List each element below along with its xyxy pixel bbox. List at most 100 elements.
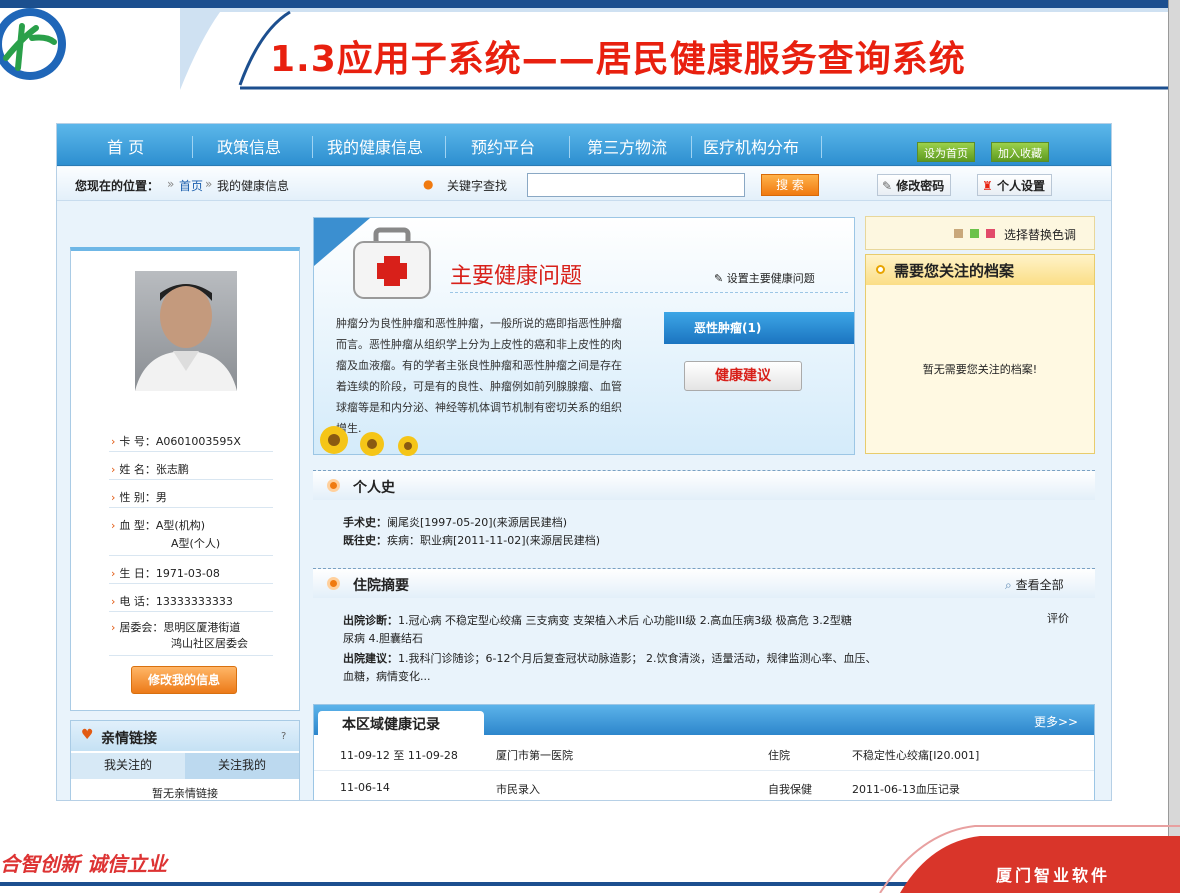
change-password-button[interactable]: ✎ 修改密码 bbox=[877, 174, 952, 196]
company-logo-icon bbox=[0, 8, 66, 80]
committee-value-1: 思明区厦港街道 bbox=[163, 621, 241, 634]
edit-my-info-button[interactable]: 修改我的信息 bbox=[131, 666, 237, 694]
committee-value-2: 鸿山社区居委会 bbox=[171, 637, 248, 650]
tumor-tab-label: 恶性肿瘤(1) bbox=[694, 321, 762, 335]
nav-item-home[interactable]: 首 页 bbox=[107, 134, 144, 158]
divider bbox=[109, 611, 273, 612]
slogan: 合智创新 诚信立业 bbox=[0, 852, 167, 876]
view-all-link[interactable]: ⌕ 查看全部 bbox=[1005, 576, 1064, 593]
attention-archive-title: 需要您关注的档案 bbox=[894, 262, 1015, 280]
sunflower-decoration bbox=[320, 426, 418, 456]
search-bullet-icon: ● bbox=[423, 177, 434, 191]
edit-icon: ✎ bbox=[714, 272, 724, 285]
user-icon: ♜ bbox=[982, 179, 993, 193]
profile-card: › 卡 号：A0601003595X › 姓 名：张志鹏 › 性 别：男 › 血 型：A… bbox=[70, 247, 300, 711]
nav-separator bbox=[192, 136, 193, 158]
hospital-summary-header: 住院摘要 ⌕ 查看全部 bbox=[313, 568, 1095, 598]
user-avatar bbox=[135, 271, 237, 391]
attention-archive-panel: 需要您关注的档案 暂无需要您关注的档案! bbox=[865, 254, 1095, 454]
attention-archive-header: 需要您关注的档案 bbox=[866, 255, 1094, 285]
color-theme-label: 选择替换色调 bbox=[1004, 228, 1077, 242]
color-theme-picker: 选择替换色调 bbox=[865, 216, 1095, 250]
more-link[interactable]: 更多>> bbox=[1034, 713, 1078, 730]
phone-value: 13333333333 bbox=[155, 595, 233, 608]
blood-self-value: A型(个人) bbox=[171, 537, 221, 550]
health-issues-title: 主要健康问题 bbox=[450, 264, 583, 289]
main-health-issues-panel: 主要健康问题 ✎ 设置主要健康问题 肿瘤分为良性肿瘤和恶性肿瘤，一般所说的癌即指… bbox=[313, 217, 855, 456]
nav-separator bbox=[445, 136, 446, 158]
profile-committee-row: › 居委会：思明区厦港街道 bbox=[111, 621, 241, 634]
breadcrumb-label: 您现在的位置： bbox=[75, 179, 160, 193]
birth-label: 生 日： bbox=[119, 567, 156, 580]
past-label: 既往史： bbox=[343, 534, 387, 547]
nav-item-institutions[interactable]: 医疗机构分布 bbox=[703, 134, 799, 158]
discharge-advice: 出院建议：1.我科门诊随诊；6-12个月后复查冠状动脉造影； 2.饮食清淡，适量… bbox=[343, 650, 876, 668]
section-bullet-icon bbox=[327, 577, 340, 590]
theme-swatch-tan[interactable] bbox=[954, 229, 963, 238]
nav-item-appointment[interactable]: 预约平台 bbox=[471, 134, 535, 158]
breadcrumb-home-link[interactable]: 首页 bbox=[179, 177, 203, 194]
past-history: 既往史：疾病：职业病[2011-11-02](来源居民建档) bbox=[343, 532, 600, 550]
record-date: 11-06-14 bbox=[340, 781, 390, 794]
nav-item-my-health[interactable]: 我的健康信息 bbox=[327, 134, 423, 158]
tab-followers[interactable]: 关注我的 bbox=[185, 753, 299, 779]
card-value: A0601003595X bbox=[155, 435, 241, 448]
set-home-button[interactable]: 设为首页 bbox=[917, 142, 975, 162]
nav-separator bbox=[569, 136, 570, 158]
medical-kit-icon bbox=[353, 227, 431, 299]
diagnosis-line-1: 1.冠心病 不稳定型心绞痛 三支病变 支架植入术后 心功能III级 2.高血压病… bbox=[398, 614, 852, 627]
divider bbox=[109, 655, 273, 656]
profile-name-row: › 姓 名：张志鹏 bbox=[111, 463, 189, 476]
breadcrumb-arrow-icon: » bbox=[167, 177, 175, 191]
search-label: 关键字查找 bbox=[447, 179, 508, 193]
breadcrumb-current: 我的健康信息 bbox=[217, 179, 290, 193]
family-links-empty: 暂无亲情链接 bbox=[152, 787, 218, 800]
nav-item-policy[interactable]: 政策信息 bbox=[217, 134, 281, 158]
window-scrollbar[interactable] bbox=[1168, 0, 1180, 893]
set-health-issues-link[interactable]: ✎ 设置主要健康问题 bbox=[714, 270, 815, 286]
table-row[interactable]: 11-09-12 至 11-09-28 厦门市第一医院 住院 不稳定性心绞痛[I… bbox=[314, 737, 1094, 771]
profile-gender-row: › 性 别：男 bbox=[111, 491, 167, 504]
divider bbox=[109, 583, 273, 584]
evaluate-link[interactable]: 评价 bbox=[1047, 610, 1069, 628]
company-name: 厦门智业软件 bbox=[996, 866, 1111, 885]
help-icon[interactable]: ? bbox=[281, 731, 286, 742]
personal-history-header: 个人史 bbox=[313, 470, 1095, 500]
divider bbox=[450, 292, 848, 293]
set-health-issues-label: 设置主要健康问题 bbox=[726, 272, 815, 285]
tab-following[interactable]: 我关注的 bbox=[71, 753, 185, 779]
table-row[interactable]: 11-06-14 市民录入 自我保健 2011-06-13血压记录 bbox=[314, 771, 1094, 800]
record-type: 自我保健 bbox=[768, 783, 812, 796]
record-desc: 2011-06-13血压记录 bbox=[852, 783, 960, 796]
profile-phone-row: › 电 话：13333333333 bbox=[111, 595, 233, 608]
nav-separator bbox=[312, 136, 313, 158]
record-date: 11-09-12 至 11-09-28 bbox=[340, 749, 458, 762]
bookmark-button[interactable]: 加入收藏 bbox=[991, 142, 1049, 162]
search-button[interactable]: 搜 索 bbox=[761, 174, 819, 196]
phone-label: 电 话： bbox=[119, 595, 156, 608]
nav-separator bbox=[691, 136, 692, 158]
search-input[interactable] bbox=[527, 173, 745, 197]
theme-swatch-red[interactable] bbox=[986, 229, 995, 238]
advice-label: 出院建议： bbox=[343, 652, 398, 665]
regional-records-tab[interactable]: 本区域健康记录 bbox=[318, 711, 484, 737]
family-links-title: 亲情链接 bbox=[101, 731, 157, 747]
personal-history-title: 个人史 bbox=[353, 480, 395, 496]
name-label: 姓 名： bbox=[119, 463, 156, 476]
breadcrumb-arrow-icon: » bbox=[205, 177, 213, 191]
personal-settings-button[interactable]: ♜ 个人设置 bbox=[977, 174, 1052, 196]
birth-value: 1971-03-08 bbox=[155, 567, 220, 580]
person-silhouette-icon bbox=[135, 284, 237, 391]
regional-health-records: 本区域健康记录 更多>> 11-09-12 至 11-09-28 厦门市第一医院… bbox=[313, 704, 1095, 800]
section-bullet-icon bbox=[327, 479, 340, 492]
nav-item-logistics[interactable]: 第三方物流 bbox=[587, 134, 667, 158]
change-password-label: 修改密码 bbox=[896, 179, 945, 193]
theme-swatch-green[interactable] bbox=[970, 229, 979, 238]
family-links-tabs: 我关注的 关注我的 bbox=[71, 753, 299, 779]
tumor-tab[interactable]: 恶性肿瘤(1) bbox=[664, 312, 854, 344]
health-advice-button[interactable]: 健康建议 bbox=[684, 361, 802, 391]
surgery-value: 阑尾炎[1997-05-20](来源居民建档) bbox=[387, 516, 568, 529]
view-all-label: 查看全部 bbox=[1015, 578, 1064, 592]
divider bbox=[109, 555, 273, 556]
nav-separator bbox=[821, 136, 822, 158]
